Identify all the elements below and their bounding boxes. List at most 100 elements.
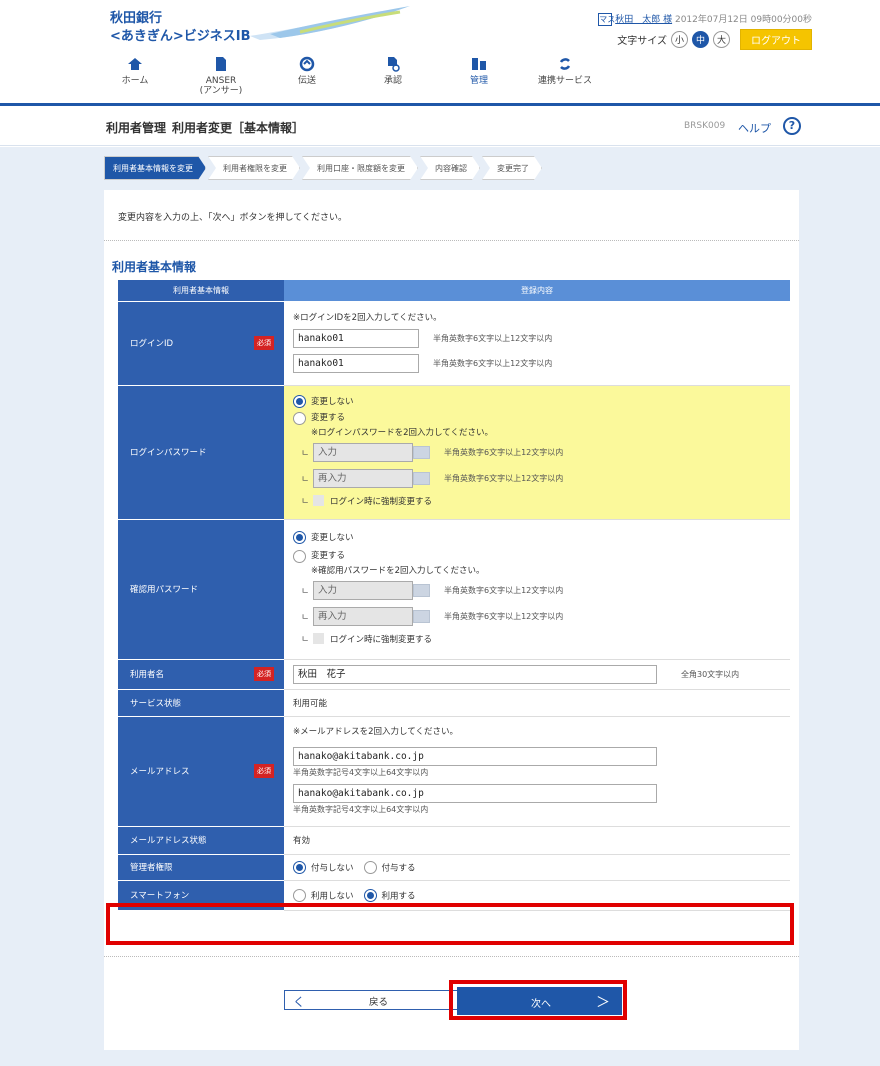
confirm-pw-reinput[interactable]: 再入力 [313, 607, 413, 626]
bank-logo[interactable]: 秋田銀行 <あきぎん>ビジネスIB [110, 10, 251, 46]
row-email: メールアドレス 必須 ※メールアドレスを2回入力してください。 hanako@ak… [118, 716, 790, 827]
row-label: メールアドレス状態 [118, 826, 284, 855]
row-email-status: メールアドレス状態 有効 [118, 826, 790, 855]
radio-label: 利用しない [311, 891, 354, 901]
login-pw-input[interactable]: 入力 [313, 443, 413, 462]
login-password-cell: 変更しない 変更する ※ログインパスワードを2回入力してください。 ㄴ入力 半角英… [284, 385, 790, 520]
logo-swoosh-icon [250, 6, 410, 40]
highlight-next-button [449, 980, 627, 1020]
email-note: ※メールアドレスを2回入力してください。 [293, 727, 459, 737]
required-badge: 必須 [254, 336, 274, 350]
radio-label: 利用する [381, 891, 416, 901]
login-pw-keep-radio[interactable] [293, 395, 306, 408]
step-2: 利用者権限を変更 [208, 156, 300, 180]
confirm-pw-change-radio[interactable] [293, 549, 306, 563]
keyboard-icon[interactable] [413, 584, 430, 597]
user-info: マス秋田 太郎 様 2012年07月12日 09時00分00秒 [598, 12, 812, 26]
keyboard-icon[interactable] [413, 610, 430, 623]
confirm-pw-keep-radio[interactable] [293, 531, 306, 544]
row-admin: 管理者権限 付与しない 付与する [118, 854, 790, 881]
nav-approve[interactable]: 承認 [350, 56, 436, 100]
checkbox-label: ログイン時に強制変更する [330, 634, 433, 645]
row-user-name: 利用者名 必須 秋田 花子 全角30文字以内 [118, 659, 790, 690]
label-text: ログインID [130, 339, 174, 349]
smartphone-off-radio[interactable] [293, 888, 306, 902]
nav-anser[interactable]: ANSER (アンサー) [178, 56, 264, 100]
email-confirm-input[interactable]: hanako@akitabank.co.jp [293, 784, 657, 803]
font-size-label: 文字サイズ [617, 36, 667, 47]
row-label: ログインパスワード [118, 385, 284, 520]
smartphone-on-radio[interactable] [363, 888, 377, 902]
app-root: 秋田銀行 <あきぎん>ビジネスIB マス秋田 太郎 様 2012年07月12日 … [0, 0, 880, 1066]
login-pw-force-checkbox[interactable] [313, 495, 324, 506]
help-icon[interactable]: ? [783, 117, 801, 135]
email-status-value: 有効 [284, 826, 790, 855]
bank-name: 秋田銀行 [110, 11, 163, 26]
radio-label: 変更しない [311, 396, 354, 407]
user-info-form: 利用者基本情報 登録内容 ログインID 必須 ※ログインIDを2回入力してください… [118, 280, 790, 911]
admin-grant-radio[interactable] [363, 860, 377, 874]
document-icon [216, 57, 226, 71]
confirm-pw-force-checkbox[interactable] [313, 633, 324, 644]
login-pw-note: ※ログインパスワードを2回入力してください。 [311, 427, 494, 438]
row-label: 管理者権限 [118, 854, 284, 881]
login-pw-change-radio[interactable] [293, 411, 306, 425]
approve-icon [388, 57, 400, 72]
email-input[interactable]: hanako@akitabank.co.jp [293, 747, 657, 766]
page-title: 利用者変更［基本情報］ [172, 121, 305, 135]
step-indicator: 利用者基本情報を変更 利用者権限を変更 利用口座・限度額を変更 内容確認 変更完… [104, 156, 544, 180]
help-link[interactable]: ヘルプ [738, 120, 771, 136]
keyboard-icon[interactable] [413, 446, 430, 459]
divider [104, 956, 799, 957]
radio-label: 変更する [311, 413, 346, 423]
user-name-link[interactable]: 秋田 太郎 様 [615, 15, 672, 25]
nav-transfer[interactable]: 伝送 [264, 56, 350, 100]
login-datetime: 2012年07月12日 09時00分00秒 [674, 15, 812, 25]
row-label: メールアドレス 必須 [118, 716, 284, 827]
nav-label: ANSER (アンサー) [199, 76, 243, 96]
label-text: 利用者名 [130, 670, 165, 680]
radio-label: 変更する [311, 551, 346, 561]
nav-label: ホーム [121, 76, 149, 86]
nav-label: 伝送 [297, 76, 316, 86]
nav-manage[interactable]: 管理 [436, 56, 522, 100]
title-bar: 利用者管理 利用者変更［基本情報］ BRSK009 ヘルプ ? [0, 106, 880, 146]
header-label-col: 利用者基本情報 [118, 280, 284, 302]
nav-label: 承認 [383, 76, 402, 86]
nav-link-service[interactable]: 連携サービス [522, 56, 608, 100]
login-id-confirm-input[interactable]: hanako01 [293, 354, 419, 373]
label-text: メールアドレス [130, 767, 190, 777]
logout-button[interactable]: ログアウト [740, 29, 812, 50]
font-medium-button[interactable]: 中 [692, 31, 709, 48]
font-size-control: 文字サイズ 小 中 大 ログアウト [617, 29, 812, 50]
login-id-note: ※ログインIDを2回入力してください。 [293, 312, 442, 323]
row-label: ログインID 必須 [118, 301, 284, 386]
keyboard-icon[interactable] [413, 472, 430, 485]
back-label: 戻る [369, 997, 389, 1008]
manage-icon [472, 58, 486, 70]
login-id-input[interactable]: hanako01 [293, 328, 419, 348]
font-small-button[interactable]: 小 [671, 31, 688, 48]
user-name-input[interactable]: 秋田 花子 [293, 664, 657, 684]
nav-label: 管理 [469, 76, 488, 86]
section-title: 利用者基本情報 [112, 260, 197, 274]
confirm-pw-input[interactable]: 入力 [313, 581, 413, 600]
font-large-button[interactable]: 大 [713, 31, 730, 48]
row-label: 確認用パスワード [118, 519, 284, 660]
highlight-smartphone-row [106, 903, 794, 945]
confirm-pw-hint: 半角英数字6文字以上12文字以内 [444, 612, 564, 621]
transfer-icon [299, 56, 315, 72]
admin-deny-radio[interactable] [293, 860, 306, 874]
required-badge: 必須 [254, 764, 274, 778]
step-1: 利用者基本情報を変更 [104, 156, 206, 180]
radio-label: 付与する [381, 863, 416, 873]
nav-home[interactable]: ホーム [92, 56, 178, 100]
back-button[interactable]: く 戻る [284, 990, 464, 1010]
row-service-status: サービス状態 利用可能 [118, 689, 790, 717]
row-confirm-password: 確認用パスワード 変更しない 変更する ※確認用パスワードを2回入力してください… [118, 519, 790, 660]
row-login-id: ログインID 必須 ※ログインIDを2回入力してください。 hanako01 半角英… [118, 301, 790, 386]
login-pw-reinput[interactable]: 再入力 [313, 469, 413, 488]
row-login-password: ログインパスワード 変更しない 変更する ※ログインパスワードを2回入力してくだ… [118, 385, 790, 520]
login-pw-hint: 半角英数字6文字以上12文字以内 [444, 448, 564, 457]
step-4: 内容確認 [420, 156, 480, 180]
